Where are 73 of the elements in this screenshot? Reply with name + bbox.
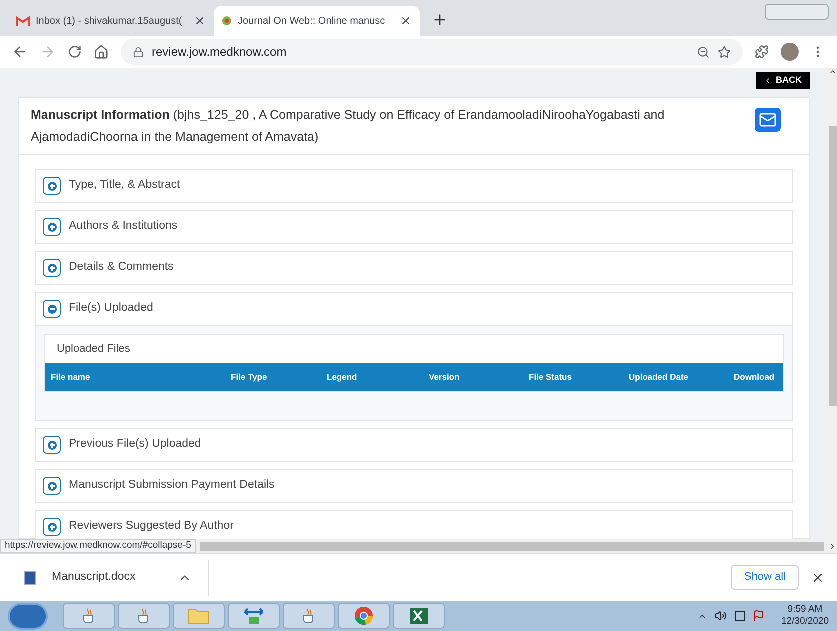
section-label: Previous File(s) Uploaded: [69, 437, 202, 452]
accordion-header[interactable]: Authors & Institutions: [36, 211, 792, 243]
column-header: Legend: [327, 370, 358, 384]
home-icon[interactable]: [94, 44, 109, 60]
avatar-icon[interactable]: [781, 43, 799, 61]
section-label: Authors & Institutions: [69, 219, 178, 234]
panel-title: Uploaded Files: [56, 342, 132, 357]
section-label: Reviewers Suggested By Author: [69, 519, 234, 534]
taskbar-app-button[interactable]: [63, 603, 115, 629]
vertical-scrollbar[interactable]: [828, 68, 837, 539]
clock-time: 9:59 AM: [788, 604, 823, 616]
column-header: Download: [734, 370, 776, 384]
accordion-header[interactable]: Manuscript Submission Payment Details: [36, 470, 792, 502]
section-label: Details & Comments: [69, 260, 174, 276]
taskbar-app-button[interactable]: [228, 603, 280, 629]
section-label: Type, Title, & Abstract: [69, 178, 180, 194]
chevron-left-icon: [764, 76, 772, 84]
accordion-header[interactable]: Details & Comments: [36, 252, 792, 284]
accordion-header[interactable]: File(s) Uploaded: [36, 293, 792, 325]
plus-icon[interactable]: [43, 518, 61, 536]
accordion-header[interactable]: Type, Title, & Abstract: [36, 170, 792, 202]
browser-tab[interactable]: Journal On Web:: Online manusc: [214, 6, 420, 36]
section-label: File(s) Uploaded: [69, 301, 154, 316]
column-header: Version: [429, 370, 461, 384]
section-label: Manuscript Submission Payment Details: [69, 478, 275, 494]
plus-icon[interactable]: [43, 436, 61, 454]
accordion-header[interactable]: Previous File(s) Uploaded: [36, 429, 792, 461]
clock-date: 12/30/2020: [781, 616, 829, 628]
extensions-icon[interactable]: [755, 45, 769, 59]
address-bar[interactable]: review.jow.medknow.com: [121, 39, 743, 65]
spreadsheet-icon: [409, 607, 429, 625]
close-icon[interactable]: [400, 15, 412, 27]
show-all-button[interactable]: Show all: [731, 565, 799, 590]
column-header: File name: [51, 370, 92, 384]
globe-icon: [222, 16, 232, 26]
scroll-up-icon[interactable]: [828, 68, 836, 76]
tab-title: Inbox (1) - shivakumar.15august(: [36, 14, 184, 28]
column-header: Uploaded Date: [629, 370, 690, 384]
folder-icon: [188, 607, 210, 625]
new-tab-icon[interactable]: [432, 12, 448, 28]
mail-icon: [16, 16, 30, 26]
plus-icon[interactable]: [43, 177, 61, 195]
taskbar-app-button[interactable]: [118, 603, 170, 629]
url-text: review.jow.medknow.com: [152, 44, 288, 61]
plus-icon[interactable]: [43, 259, 61, 277]
plus-icon[interactable]: [43, 218, 61, 236]
lock-icon: [133, 46, 144, 58]
column-header: File Type: [231, 370, 268, 384]
reload-icon[interactable]: [68, 45, 82, 59]
back-button[interactable]: BACK: [756, 72, 810, 89]
plus-icon[interactable]: [43, 477, 61, 495]
scroll-right-icon[interactable]: [828, 542, 837, 550]
browser-tab[interactable]: Inbox (1) - shivakumar.15august(: [8, 6, 214, 36]
flag-icon[interactable]: [753, 610, 766, 622]
taskbar-app-button[interactable]: [283, 603, 335, 629]
taskbar-app-button[interactable]: [393, 603, 445, 629]
clock[interactable]: 9:59 AM 12/30/2020: [781, 604, 829, 628]
chrome-icon: [354, 606, 374, 626]
start-button[interactable]: [8, 602, 48, 630]
zoom-icon[interactable]: [697, 46, 710, 58]
tab-title: Journal On Web:: Online manusc: [238, 14, 386, 28]
close-icon[interactable]: [194, 15, 206, 27]
document-icon: [24, 570, 36, 584]
horizontal-scrollbar[interactable]: [200, 542, 824, 550]
status-url: https://review.jow.medknow.com/#collapse-5: [0, 539, 196, 553]
column-header: File Status: [529, 370, 573, 384]
manuscript-title: Manuscript Information (bjhs_125_20 , A Comparative Study on Efficacy of ErandamooladiNiroohaYogabasti and AjamodadiChoorna in the Management of Amavata): [31, 107, 666, 146]
envelope-icon[interactable]: [755, 108, 781, 132]
minus-icon[interactable]: [43, 300, 61, 318]
volume-icon[interactable]: [715, 610, 728, 622]
star-icon[interactable]: [718, 46, 731, 58]
taskbar-app-button[interactable]: [338, 603, 390, 629]
download-file-name[interactable]: Manuscript.docx: [52, 568, 178, 586]
